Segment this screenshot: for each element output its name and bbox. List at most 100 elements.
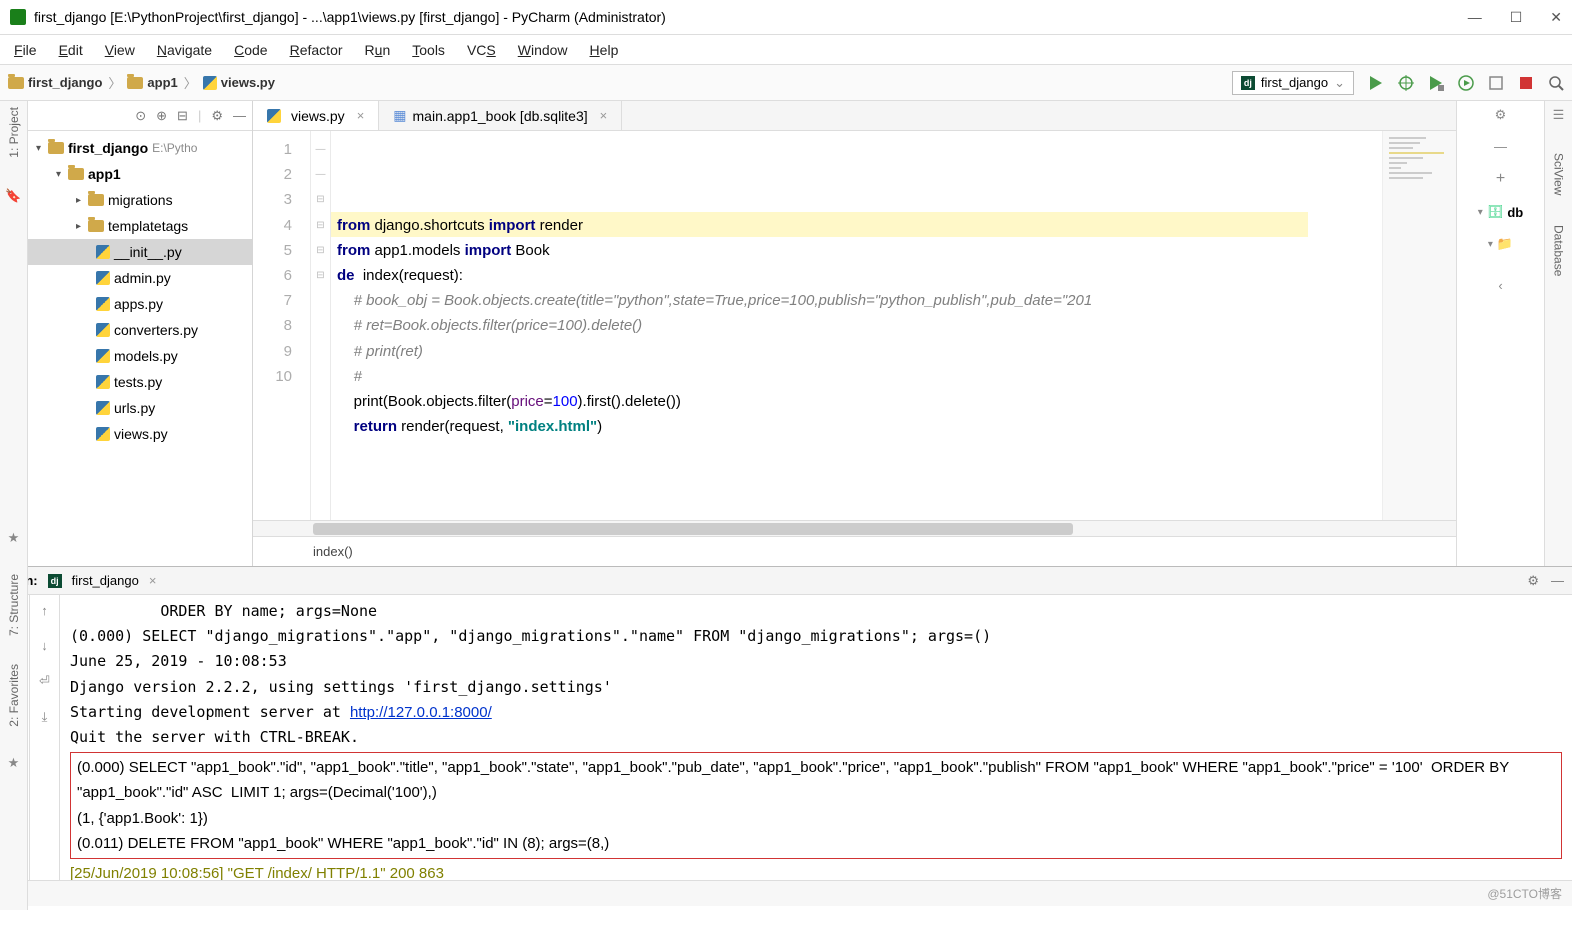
db-icon[interactable]: 🗄	[1487, 204, 1504, 220]
gear-icon[interactable]: ⚙	[1495, 107, 1507, 123]
down-arrow-icon[interactable]: ↓	[41, 638, 48, 653]
menu-run[interactable]: Run	[365, 42, 391, 58]
tree-node-app[interactable]: ▾app1	[28, 161, 252, 187]
tab-db-table[interactable]: ▦main.app1_book [db.sqlite3]×	[379, 101, 622, 130]
run-controls-secondary: ↑ ↓ ⏎ ⤓	[30, 595, 60, 880]
structure-tool-button[interactable]: 7: Structure	[7, 574, 21, 636]
chevron-down-icon[interactable]: ▾	[1478, 207, 1483, 218]
gear-icon[interactable]: ⚙	[1527, 573, 1539, 589]
right-tool-stripe: ☰ SciView Database	[1544, 101, 1572, 566]
hide-icon[interactable]: —	[233, 108, 246, 123]
console-output[interactable]: ORDER BY name; args=None(0.000) SELECT "…	[60, 595, 1572, 880]
menu-refactor[interactable]: Refactor	[290, 42, 343, 58]
close-tab-icon[interactable]: ×	[149, 573, 157, 588]
breadcrumb-root[interactable]: first_django	[8, 75, 102, 90]
tree-node-file[interactable]: tests.py	[28, 369, 252, 395]
tree-node-file[interactable]: models.py	[28, 343, 252, 369]
tab-views-py[interactable]: views.py×	[253, 101, 379, 130]
star-icon[interactable]: ★	[8, 755, 20, 771]
horizontal-scrollbar[interactable]	[253, 520, 1456, 536]
hide-icon[interactable]: —	[1494, 139, 1507, 154]
left-tool-stripe: 1: Project 🔖	[0, 101, 28, 566]
menu-vcs[interactable]: VCS	[467, 42, 496, 58]
hide-icon[interactable]: —	[1551, 573, 1564, 589]
profile-button[interactable]	[1458, 75, 1474, 91]
tree-node-file[interactable]: views.py	[28, 421, 252, 447]
menu-window[interactable]: Window	[518, 42, 568, 58]
menu-view[interactable]: View	[105, 42, 135, 58]
folder-icon	[127, 77, 143, 89]
menu-tools[interactable]: Tools	[412, 42, 445, 58]
search-everywhere-button[interactable]	[1548, 75, 1564, 91]
close-button[interactable]: ✕	[1550, 9, 1562, 26]
favorites-tool-button[interactable]: 2: Favorites	[7, 664, 21, 727]
chevron-down-icon[interactable]: ▾	[1488, 239, 1493, 250]
wrap-icon[interactable]: ⏎	[39, 673, 50, 689]
scrollbar-thumb[interactable]	[313, 523, 1073, 535]
code-area[interactable]: from django.shortcuts import renderfrom …	[331, 131, 1382, 520]
scroll-icon[interactable]: ⤓	[42, 709, 48, 725]
tree-node-root[interactable]: ▾first_djangoE:\Pytho	[28, 135, 252, 161]
sciview-tool-button[interactable]: SciView	[1552, 153, 1566, 195]
gear-icon[interactable]: ⚙	[211, 108, 223, 124]
line-number-gutter: 12345678910	[253, 131, 311, 520]
coverage-button[interactable]	[1428, 75, 1444, 91]
database-tool-button[interactable]: Database	[1552, 225, 1566, 276]
stop-button[interactable]	[1518, 75, 1534, 91]
star-icon[interactable]: ★	[8, 530, 20, 546]
select-opened-icon[interactable]: ⊙	[135, 108, 146, 124]
breadcrumb-file[interactable]: views.py	[203, 75, 275, 90]
add-icon[interactable]: +	[1496, 170, 1505, 188]
run-config-name: first_django	[1261, 75, 1328, 90]
run-tab-name[interactable]: first_django	[72, 573, 139, 588]
close-tab-icon[interactable]: ×	[357, 108, 365, 123]
menu-code[interactable]: Code	[234, 42, 267, 58]
navigation-bar: first_django 〉 app1 〉 views.py dj first_…	[0, 65, 1572, 101]
up-arrow-icon[interactable]: ↑	[41, 603, 48, 618]
tree-node-file[interactable]: urls.py	[28, 395, 252, 421]
run-tool-window: Run: dj first_django × ⚙ — ⊞ 📌 🖶 🗑 ↑ ↓ ⏎…	[0, 566, 1572, 880]
table-icon: ▦	[393, 107, 406, 124]
tree-node-migrations[interactable]: ▸migrations	[28, 187, 252, 213]
collapse-all-icon[interactable]: ⊟	[177, 108, 188, 124]
menu-navigate[interactable]: Navigate	[157, 42, 212, 58]
django-icon: dj	[48, 574, 62, 588]
project-panel: ⊙ ⊕ ⊟ | ⚙ — ▾first_djangoE:\Pytho ▾app1 …	[28, 101, 253, 566]
close-tab-icon[interactable]: ×	[600, 108, 608, 123]
menu-edit[interactable]: Edit	[59, 42, 83, 58]
minimize-button[interactable]: —	[1468, 9, 1482, 26]
breadcrumb-sep: 〉	[108, 73, 121, 92]
left-bottom-tool-stripe: ★ 7: Structure 2: Favorites ★	[0, 530, 28, 910]
folder-icon	[8, 77, 24, 89]
menu-file[interactable]: File	[14, 42, 37, 58]
project-tree[interactable]: ▾first_djangoE:\Pytho ▾app1 ▸migrations …	[28, 131, 252, 566]
tree-node-file[interactable]: apps.py	[28, 291, 252, 317]
expand-all-icon[interactable]: ⊕	[156, 108, 167, 124]
maximize-button[interactable]: ☐	[1510, 9, 1523, 26]
tree-node-file[interactable]: __init__.py	[28, 239, 252, 265]
editor-tabs: views.py× ▦main.app1_book [db.sqlite3]×	[253, 101, 1456, 131]
project-tool-button[interactable]: 1: Project	[7, 107, 21, 158]
fold-gutter: ——⊟⊟⊟⊟	[311, 131, 331, 520]
bookmark-icon[interactable]: 🔖	[5, 188, 21, 204]
tree-node-templatetags[interactable]: ▸templatetags	[28, 213, 252, 239]
debug-button[interactable]	[1398, 75, 1414, 91]
minimap[interactable]	[1382, 131, 1456, 520]
chevron-left-icon[interactable]: ‹	[1498, 278, 1502, 293]
tree-node-file[interactable]: converters.py	[28, 317, 252, 343]
attach-button[interactable]	[1488, 75, 1504, 91]
code-breadcrumb: index()	[253, 536, 1456, 566]
run-configuration-selector[interactable]: dj first_django ⌄	[1232, 71, 1354, 95]
folder-icon: 📁	[1497, 236, 1513, 252]
editor-area: views.py× ▦main.app1_book [db.sqlite3]× …	[253, 101, 1456, 566]
menu-icon[interactable]: ☰	[1553, 107, 1565, 123]
run-button[interactable]	[1368, 75, 1384, 91]
chevron-down-icon: ⌄	[1334, 75, 1345, 91]
tree-node-file[interactable]: admin.py	[28, 265, 252, 291]
menubar: File Edit View Navigate Code Refactor Ru…	[0, 35, 1572, 65]
app-icon	[10, 9, 26, 25]
breadcrumb-app[interactable]: app1	[127, 75, 177, 90]
code-editor[interactable]: 12345678910 ——⊟⊟⊟⊟ from django.shortcuts…	[253, 131, 1456, 520]
menu-help[interactable]: Help	[590, 42, 619, 58]
watermark: @51CTO博客	[1487, 885, 1562, 902]
